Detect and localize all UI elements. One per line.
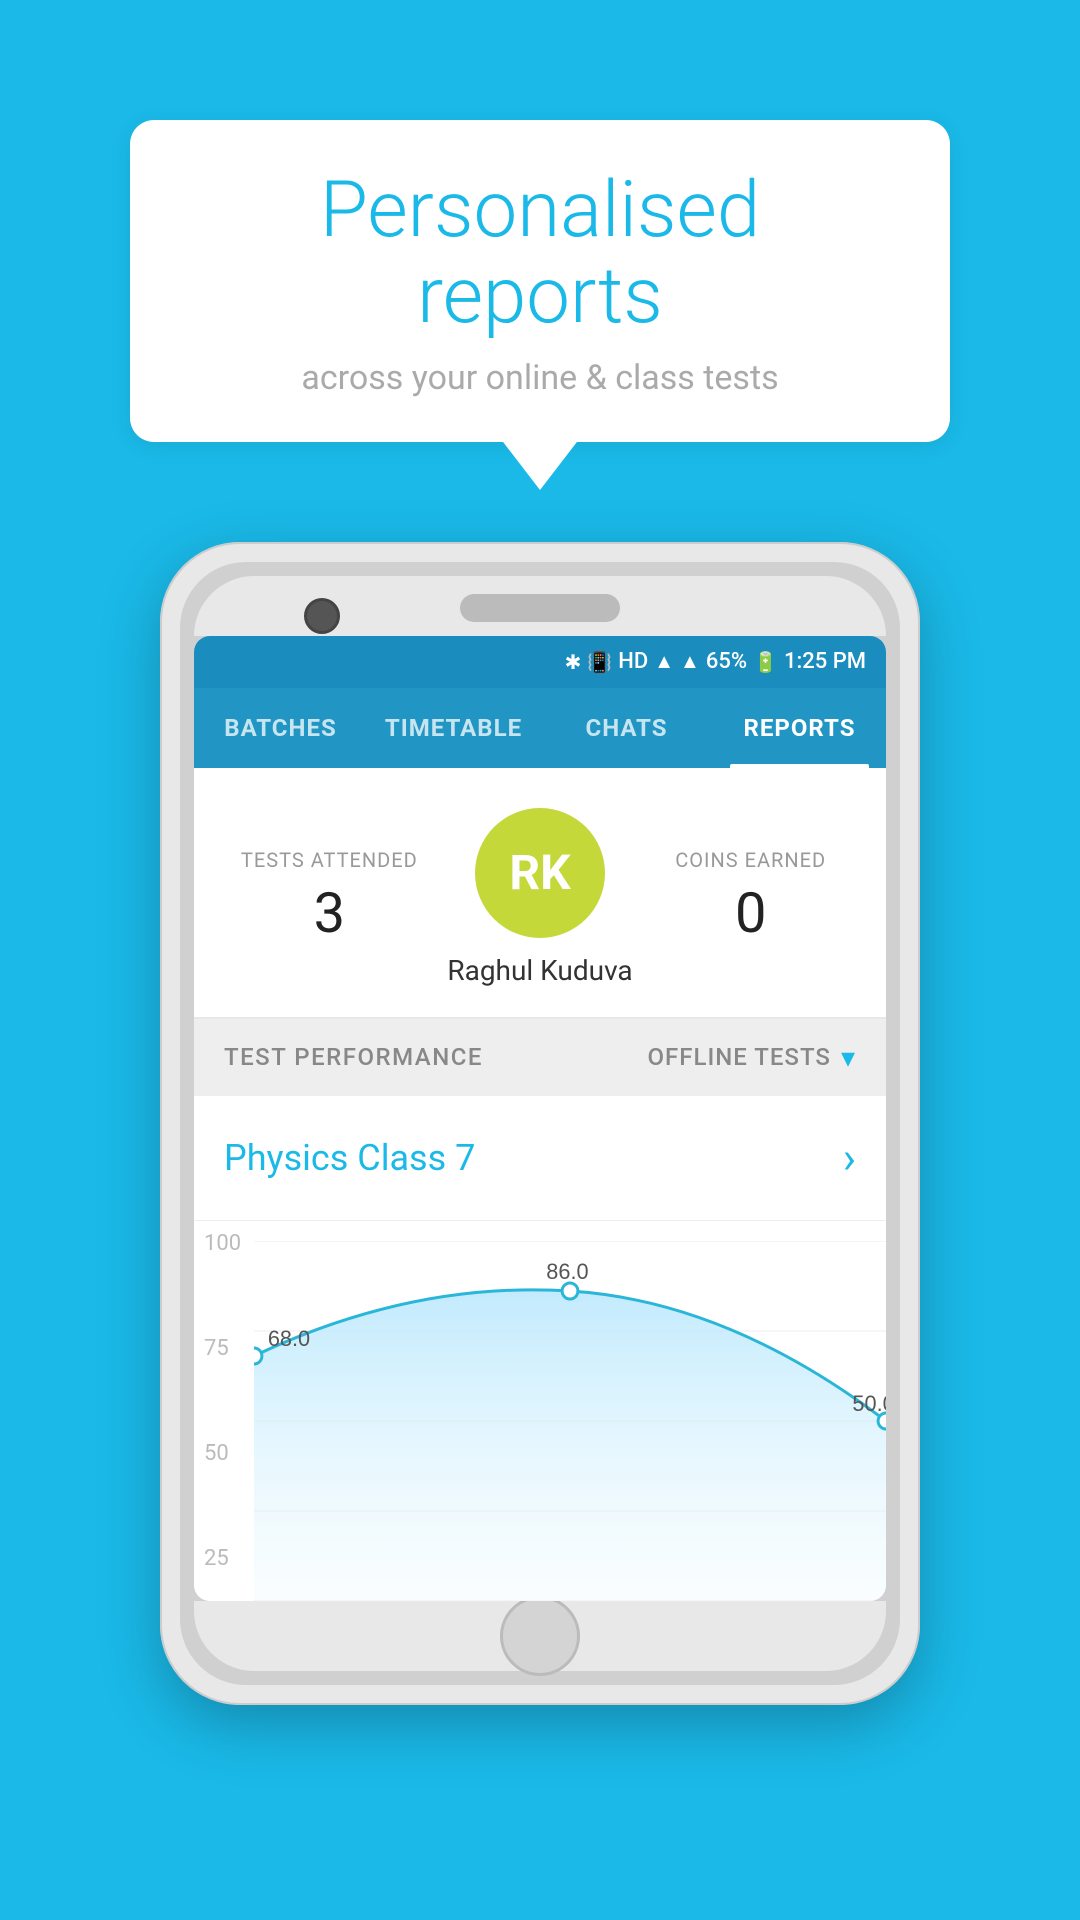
offline-tests-button[interactable]: OFFLINE TESTS ▾ <box>648 1041 856 1074</box>
battery-icon: 🔋 <box>753 650 778 674</box>
wifi-icon: ▲ <box>654 649 674 674</box>
profile-section: TESTS ATTENDED 3 RK Raghul Kuduva COINS … <box>194 768 886 1017</box>
avatar-initials: RK <box>509 844 570 901</box>
svg-text:68.0: 68.0 <box>268 1325 310 1350</box>
y-label-100: 100 <box>204 1231 241 1256</box>
tests-attended-value: 3 <box>224 880 435 946</box>
chart-y-labels: 100 75 50 25 <box>204 1221 241 1601</box>
y-label-50: 50 <box>204 1441 241 1466</box>
coins-earned-label: COINS EARNED <box>645 848 856 872</box>
vibrate-icon: 📳 <box>587 650 612 674</box>
hd-icon: HD <box>618 649 648 674</box>
coins-earned-value: 0 <box>645 880 856 946</box>
bubble-subtitle: across your online & class tests <box>190 358 890 398</box>
tab-timetable[interactable]: TIMETABLE <box>367 688 540 768</box>
test-performance-header: TEST PERFORMANCE OFFLINE TESTS ▾ <box>194 1019 886 1096</box>
svg-text:50.0: 50.0 <box>852 1390 886 1415</box>
screen: ✱ 📳 HD ▲ ▲ 65% 🔋 1:25 PM BATCHES TIMETAB… <box>194 636 886 1601</box>
bubble-title: Personalised reports <box>190 168 890 340</box>
svg-text:86.0: 86.0 <box>546 1258 588 1283</box>
home-button-area <box>194 1601 886 1671</box>
coins-earned-block: COINS EARNED 0 <box>645 848 856 946</box>
signal-icon: ▲ <box>680 649 700 674</box>
offline-tests-label: OFFLINE TESTS <box>648 1043 831 1071</box>
physics-class-row[interactable]: Physics Class 7 › <box>194 1096 886 1221</box>
phone-top-bar <box>194 576 886 636</box>
tests-attended-label: TESTS ATTENDED <box>224 848 435 872</box>
y-label-75: 75 <box>204 1336 241 1361</box>
home-button[interactable] <box>500 1596 580 1676</box>
phone-outer: ✱ 📳 HD ▲ ▲ 65% 🔋 1:25 PM BATCHES TIMETAB… <box>160 542 920 1705</box>
physics-class-label: Physics Class 7 <box>224 1137 475 1179</box>
bluetooth-icon: ✱ <box>565 650 582 674</box>
chevron-right-icon: › <box>843 1132 856 1184</box>
chart-section: 100 75 50 25 <box>194 1221 886 1601</box>
tests-attended-block: TESTS ATTENDED 3 <box>224 848 435 946</box>
avatar: RK <box>475 808 605 938</box>
camera-icon <box>304 598 340 634</box>
tab-chats[interactable]: CHATS <box>540 688 713 768</box>
y-label-25: 25 <box>204 1546 241 1571</box>
tab-batches[interactable]: BATCHES <box>194 688 367 768</box>
status-icons: ✱ 📳 HD ▲ ▲ 65% 🔋 1:25 PM <box>565 649 866 674</box>
speech-bubble: Personalised reports across your online … <box>130 120 950 442</box>
time-display: 1:25 PM <box>784 649 866 674</box>
battery-text: 65% <box>706 649 747 674</box>
nav-tabs: BATCHES TIMETABLE CHATS REPORTS <box>194 688 886 768</box>
phone: ✱ 📳 HD ▲ ▲ 65% 🔋 1:25 PM BATCHES TIMETAB… <box>160 542 920 1705</box>
chart-svg: 68.0 86.0 50.0 <box>254 1241 886 1601</box>
chart-area: 68.0 86.0 50.0 <box>254 1241 886 1601</box>
tab-reports[interactable]: REPORTS <box>713 688 886 768</box>
avatar-block: RK Raghul Kuduva <box>435 808 646 987</box>
speaker <box>460 594 620 622</box>
user-name: Raghul Kuduva <box>447 954 632 987</box>
phone-inner: ✱ 📳 HD ▲ ▲ 65% 🔋 1:25 PM BATCHES TIMETAB… <box>180 562 900 1685</box>
test-performance-label: TEST PERFORMANCE <box>224 1043 483 1071</box>
chevron-down-icon: ▾ <box>841 1041 856 1074</box>
status-bar: ✱ 📳 HD ▲ ▲ 65% 🔋 1:25 PM <box>194 636 886 688</box>
